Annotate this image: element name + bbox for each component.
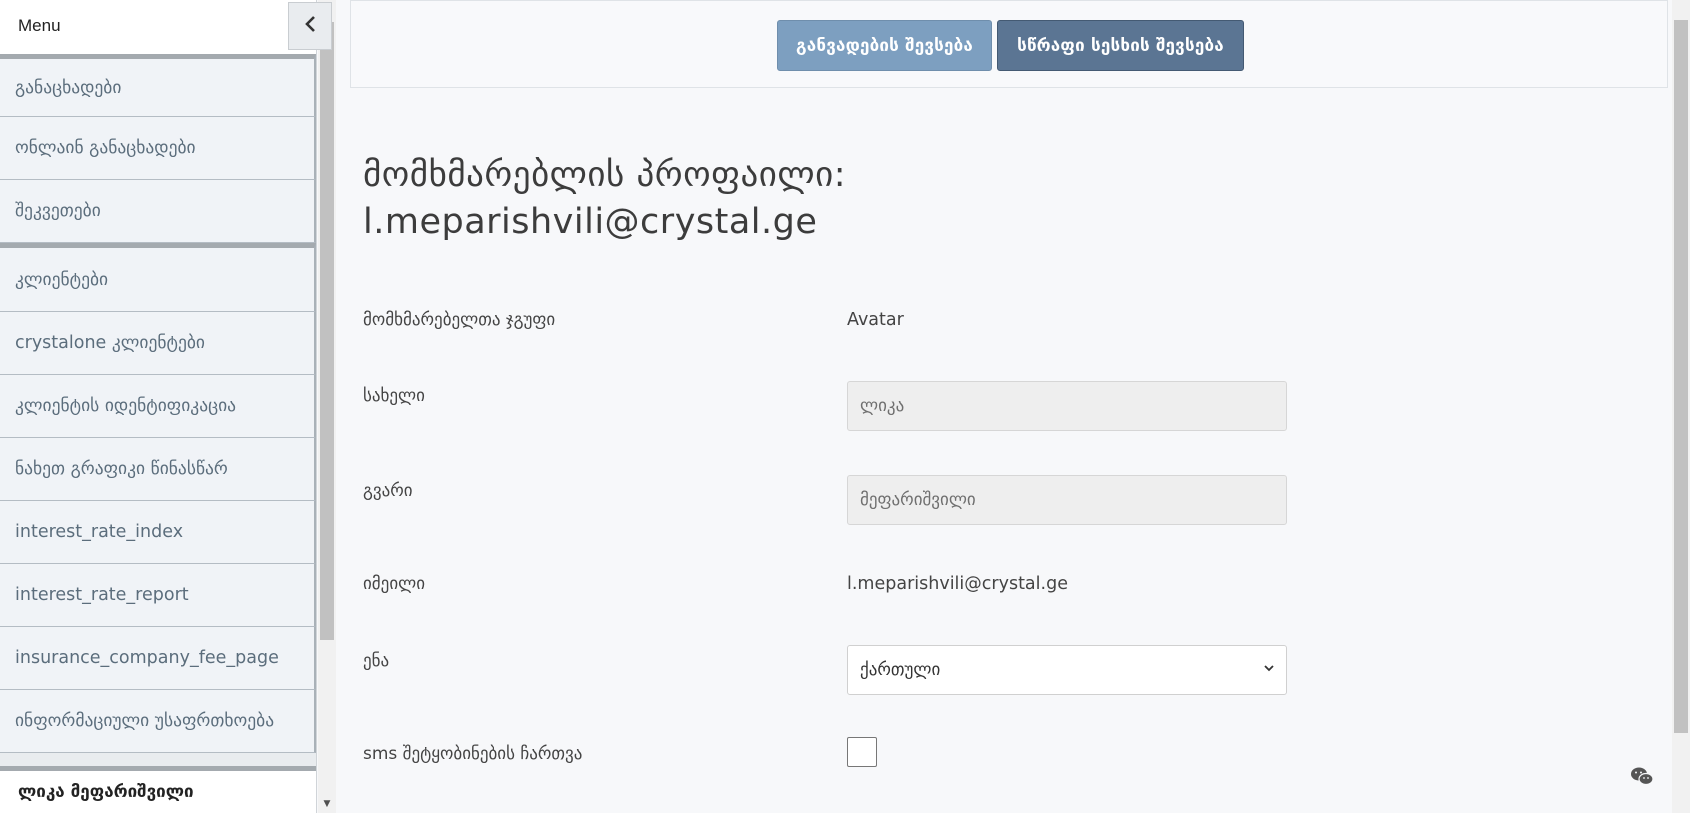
first-name-field[interactable]: ლიკა <box>847 381 1287 431</box>
sidebar-item-label: კლიენტები <box>15 269 109 290</box>
language-select[interactable]: ქართული <box>847 645 1287 695</box>
sidebar-item-orders[interactable]: შეკვეთები <box>0 180 316 243</box>
menu-title: Menu <box>18 16 61 35</box>
main-scroll-thumb[interactable] <box>1674 20 1688 733</box>
sidebar-item-crystalone-clients[interactable]: crystalone კლიენტები <box>0 312 316 375</box>
sidebar-item-label: interest_rate_index <box>15 522 184 542</box>
quick-loan-fill-button[interactable]: სწრაფი სესხის შევსება <box>997 20 1244 71</box>
sidebar-item-label: crystalone კლიენტები <box>15 333 205 353</box>
sidebar-item-applications[interactable]: განაცხადები <box>0 54 316 117</box>
last-name-value: მეფარიშვილი <box>860 490 976 510</box>
scroll-down-arrow-icon[interactable]: ▼ <box>320 797 334 811</box>
sidebar-item-clients[interactable]: კლიენტები <box>0 243 316 312</box>
sidebar-item-label: განაცხადები <box>15 77 122 98</box>
main-content: განვადების შევსება სწრაფი სესხის შევსება… <box>336 0 1672 813</box>
chevron-down-icon <box>1262 660 1276 679</box>
sidebar-item-label: ონლაინ განაცხადები <box>15 138 196 158</box>
page-title: მომხმარებლის პროფაილი: l.meparishvili@cr… <box>363 152 1263 246</box>
sidebar-item-client-identification[interactable]: კლიენტის იდენტიფიკაცია <box>0 375 316 438</box>
language-selected-value: ქართული <box>860 660 941 680</box>
sidebar-item-label: ნახეთ გრაფიკი წინასწარ <box>15 459 228 479</box>
language-label: ენა <box>363 651 390 671</box>
chat-icon[interactable] <box>1630 766 1654 788</box>
sms-notifications-label: sms შეტყობინების ჩართვა <box>363 744 583 764</box>
sidebar-user-name[interactable]: ლიკა მეფარიშვილი <box>0 766 316 813</box>
chevron-left-icon <box>303 14 317 39</box>
sidebar-item-online-applications[interactable]: ონლაინ განაცხადები <box>0 117 316 180</box>
first-name-value: ლიკა <box>860 396 905 416</box>
sidebar-scroll-thumb[interactable] <box>320 22 334 640</box>
sidebar-item-label: კლიენტის იდენტიფიკაცია <box>15 396 237 416</box>
email-label: იმეილი <box>363 574 426 594</box>
sidebar-item-schedule-preview[interactable]: ნახეთ გრაფიკი წინასწარ <box>0 438 316 501</box>
sidebar-item-label: insurance_company_fee_page <box>15 648 279 668</box>
page-title-email: l.meparishvili@crystal.ge <box>363 202 818 242</box>
user-group-value: Avatar <box>847 310 904 330</box>
sidebar-item-insurance-company-fee[interactable]: insurance_company_fee_page <box>0 627 316 690</box>
sidebar-item-label: interest_rate_report <box>15 585 189 605</box>
last-name-label: გვარი <box>363 481 413 501</box>
user-group-label: მომხმარებელთა ჯგუფი <box>363 310 556 330</box>
sms-notifications-checkbox[interactable] <box>847 737 877 767</box>
sidebar-item-interest-rate-report[interactable]: interest_rate_report <box>0 564 316 627</box>
sidebar-item-label: ინფორმაციული უსაფრთხოება <box>15 711 275 731</box>
sidebar-menu: განაცხადები ონლაინ განაცხადები შეკვეთები… <box>0 54 316 753</box>
main-scrollbar[interactable] <box>1672 0 1690 813</box>
sidebar-item-label: შეკვეთები <box>15 201 101 221</box>
page-title-line1: მომხმარებლის პროფაილი: <box>363 155 847 195</box>
sidebar-header: Menu <box>0 0 316 55</box>
installment-fill-button[interactable]: განვადების შევსება <box>777 20 992 71</box>
sidebar-scrollbar[interactable]: ▼ <box>318 0 336 813</box>
sidebar-item-interest-rate-index[interactable]: interest_rate_index <box>0 501 316 564</box>
action-bar: განვადების შევსება სწრაფი სესხის შევსება <box>350 0 1668 88</box>
sidebar: Menu განაცხადები ონლაინ განაცხადები შეკვ… <box>0 0 332 813</box>
sidebar-item-information-security[interactable]: ინფორმაციული უსაფრთხოება <box>0 690 316 753</box>
email-value: l.meparishvili@crystal.ge <box>847 574 1068 594</box>
collapse-sidebar-button[interactable] <box>288 2 332 50</box>
first-name-label: სახელი <box>363 386 425 406</box>
last-name-field[interactable]: მეფარიშვილი <box>847 475 1287 525</box>
